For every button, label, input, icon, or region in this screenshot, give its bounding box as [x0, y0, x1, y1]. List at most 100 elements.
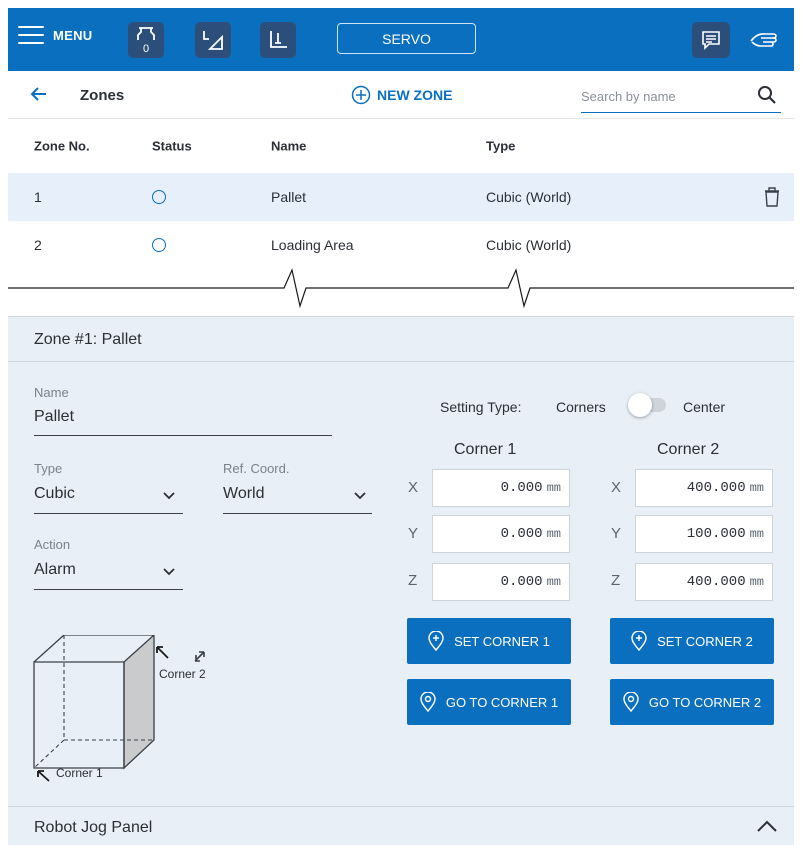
set-corner1-button[interactable]: SET CORNER 1: [407, 618, 571, 664]
zone-name: Loading Area: [271, 237, 354, 253]
setting-type-toggle[interactable]: [628, 393, 668, 417]
set-corner2-button[interactable]: SET CORNER 2: [610, 618, 774, 664]
type-label: Type: [34, 461, 63, 476]
zone-type: Cubic (World): [486, 189, 572, 205]
action-underline: [34, 589, 183, 590]
unit: mm: [749, 575, 764, 589]
corner2-z-value: 400.000: [686, 574, 746, 590]
corner1-y-value: 0.000: [500, 526, 543, 542]
new-zone-label: NEW ZONE: [377, 87, 453, 103]
ref-coord-select[interactable]: World: [223, 481, 372, 514]
search-icon[interactable]: [757, 85, 777, 105]
unit: mm: [546, 481, 561, 495]
unit: mm: [546, 527, 561, 541]
hamburger-icon: [18, 26, 44, 44]
axis-x-label: X: [611, 479, 622, 496]
diagram-corner1-label: Corner 1: [56, 766, 103, 780]
location-pin-icon: [420, 692, 436, 712]
chat-icon: [702, 31, 720, 50]
chevron-up-icon[interactable]: [756, 819, 778, 833]
column-status: Status: [152, 138, 192, 154]
user-frame-button[interactable]: [195, 22, 231, 58]
robot-jog-panel-bar[interactable]: Robot Jog Panel: [8, 806, 794, 845]
diagram-corner2-label: Corner 2: [159, 667, 206, 681]
toggle-knob: [628, 393, 652, 417]
corner1-z-input[interactable]: 0.000 mm: [432, 563, 570, 601]
chevron-down-icon: [354, 492, 366, 500]
tool-gripper-button[interactable]: 0: [128, 22, 164, 58]
chevron-down-icon: [163, 568, 175, 576]
chevron-down-icon: [163, 492, 175, 500]
name-label: Name: [34, 385, 69, 400]
action-select[interactable]: Alarm: [34, 557, 183, 590]
axis-x-label: X: [408, 479, 419, 496]
coordinate-button[interactable]: [260, 22, 296, 58]
axis-y-label: Y: [408, 525, 419, 542]
top-bar: MENU 0 SERVO: [8, 8, 794, 71]
new-zone-button[interactable]: NEW ZONE: [351, 85, 452, 105]
unit: mm: [749, 481, 764, 495]
corner1-x-input[interactable]: 0.000 mm: [432, 469, 570, 507]
zone-number: 2: [34, 237, 42, 253]
corner2-y-value: 100.000: [686, 526, 746, 542]
action-label: Action: [34, 537, 71, 552]
axis-z-label: Z: [408, 572, 418, 589]
break-line: [8, 268, 794, 309]
status-indicator-icon: [152, 238, 166, 252]
messages-button[interactable]: [692, 22, 730, 58]
center-option-label: Center: [683, 399, 726, 415]
setting-type-label: Setting Type:: [440, 399, 522, 415]
zones-header: Zones NEW ZONE: [8, 71, 794, 119]
go-to-corner1-button[interactable]: GO TO CORNER 1: [407, 679, 571, 725]
go-to-corner1-label: GO TO CORNER 1: [445, 694, 559, 710]
location-pin-icon: [623, 692, 639, 712]
tool-count: 0: [143, 43, 149, 55]
table-row[interactable]: 2 Loading Area Cubic (World): [8, 221, 794, 269]
hand-icon: [750, 33, 777, 47]
corner2-x-input[interactable]: 400.000 mm: [635, 469, 773, 507]
type-underline: [34, 513, 183, 514]
corner2-y-input[interactable]: 100.000 mm: [635, 515, 773, 553]
zone-title: Zone #1: Pallet: [34, 331, 142, 348]
corner2-x-value: 400.000: [686, 480, 746, 496]
table-header: Zone No. Status Name Type: [8, 120, 794, 172]
column-type: Type: [486, 138, 516, 154]
unit: mm: [546, 575, 561, 589]
corner1-heading: Corner 1: [454, 441, 517, 458]
zone-type: Cubic (World): [486, 237, 572, 253]
type-value: Cubic: [34, 485, 75, 502]
column-name: Name: [271, 138, 307, 154]
type-select[interactable]: Cubic: [34, 481, 183, 514]
corner2-heading: Corner 2: [657, 441, 720, 458]
menu-button[interactable]: MENU: [18, 26, 92, 44]
divider: [8, 361, 794, 362]
go-to-corner2-button[interactable]: GO TO CORNER 2: [610, 679, 774, 725]
corner1-z-value: 0.000: [500, 574, 543, 590]
ref-coord-label: Ref. Coord.: [223, 461, 290, 476]
axis-y-label: Y: [611, 525, 622, 542]
table-row[interactable]: 1 Pallet Cubic (World): [8, 173, 794, 221]
set-pin-icon: [631, 631, 647, 651]
coordinate-icon: [270, 31, 287, 48]
hand-guiding-button[interactable]: [744, 22, 784, 58]
zone-number: 1: [34, 189, 42, 205]
corner1-y-input[interactable]: 0.000 mm: [432, 515, 570, 553]
menu-label: MENU: [53, 27, 93, 43]
unit: mm: [749, 527, 764, 541]
servo-button[interactable]: SERVO: [337, 23, 476, 54]
page-title: Zones: [80, 87, 125, 104]
ref-coord-value: World: [223, 485, 265, 502]
delete-icon[interactable]: [764, 187, 780, 207]
jog-panel-title: Robot Jog Panel: [34, 819, 153, 836]
frame-icon: [203, 31, 223, 50]
corner1-x-value: 0.000: [500, 480, 543, 496]
corner2-z-input[interactable]: 400.000 mm: [635, 563, 773, 601]
back-arrow-icon[interactable]: [30, 85, 48, 103]
column-zone-no: Zone No.: [34, 138, 90, 154]
search-input[interactable]: [581, 81, 781, 113]
action-value: Alarm: [34, 561, 76, 578]
cube-diagram: [33, 635, 205, 782]
set-corner2-label: SET CORNER 2: [657, 633, 753, 649]
add-circle-icon: [351, 85, 371, 105]
name-field[interactable]: Pallet: [34, 408, 74, 426]
